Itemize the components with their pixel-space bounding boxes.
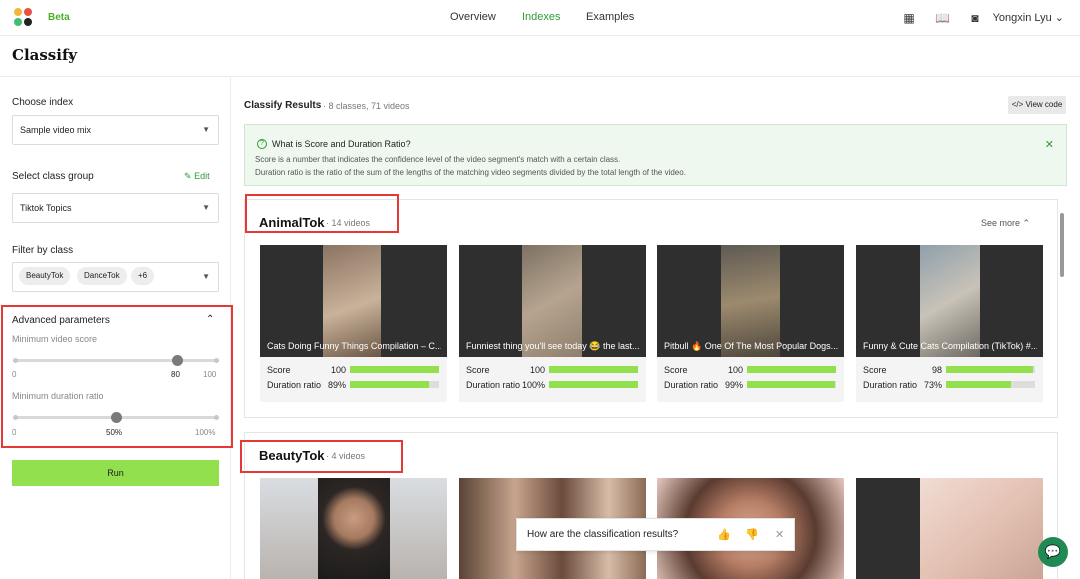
duration-value: 100% [521, 380, 545, 390]
close-icon[interactable]: ✕ [1045, 138, 1054, 151]
caret-down-icon: ▼ [202, 203, 210, 212]
video-thumbnail[interactable]: Funniest thing you'll see today 😂 the la… [459, 245, 646, 357]
score-value: 100 [727, 365, 743, 375]
view-code-button[interactable]: </> View code [1008, 96, 1066, 114]
page-header: Classify ⌄ [0, 36, 1080, 77]
caret-down-icon: ▼ [202, 125, 210, 134]
results-summary: · 8 classes, 71 videos [323, 101, 410, 111]
caret-down-icon: ▼ [202, 272, 210, 281]
beta-badge: Beta [48, 12, 70, 23]
video-stats: Score 100 Duration ratio 89% [260, 357, 447, 402]
video-stats: Score 100 Duration ratio 99% [657, 357, 844, 402]
filter-chip-more[interactable]: +6 [131, 267, 155, 285]
class-group-select[interactable]: Tiktok Topics ▼ [12, 193, 219, 223]
video-title: Pitbull 🔥 One Of The Most Popular Dogs..… [664, 341, 838, 351]
slider-value: 50% [106, 428, 123, 437]
group-name: AnimalTok [259, 215, 325, 230]
chevron-up-icon[interactable]: ⌃ [206, 314, 214, 325]
score-bar [350, 366, 439, 373]
video-thumbnail[interactable] [856, 478, 1043, 579]
score-value: 98 [931, 365, 942, 375]
duration-bar [946, 381, 1035, 388]
advanced-parameters-toggle[interactable]: Advanced parameters [12, 315, 110, 326]
video-card[interactable] [260, 478, 447, 579]
slider-max: 100 [203, 370, 217, 379]
video-stats: Score 100 Duration ratio 100% [459, 357, 646, 402]
scrollbar[interactable] [1060, 213, 1064, 277]
video-thumbnail[interactable] [260, 478, 447, 579]
discord-icon[interactable]: ◙ [968, 11, 982, 25]
app-logo-icon[interactable] [14, 8, 34, 28]
duration-bar [549, 381, 638, 388]
edit-button[interactable]: ✎ Edit [184, 171, 210, 182]
info-text: Duration ratio is the ratio of the sum o… [255, 168, 686, 177]
thumbs-up-icon[interactable]: 👍 [717, 528, 731, 541]
feedback-popup: How are the classification results? 👍 👎 … [516, 518, 795, 551]
video-title: Funniest thing you'll see today 😂 the la… [466, 341, 640, 351]
chat-icon[interactable]: 💬 [1038, 537, 1068, 567]
chevron-down-icon[interactable]: ⌄ [66, 48, 76, 62]
min-score-slider[interactable] [13, 355, 219, 366]
score-value: 100 [330, 365, 346, 375]
video-stats: Score 98 Duration ratio 73% [856, 357, 1043, 402]
nav-indexes[interactable]: Indexes [522, 11, 561, 23]
sidebar: Choose index Sample video mix ▼ Select c… [0, 77, 233, 579]
thumbs-down-icon[interactable]: 👎 [745, 528, 759, 541]
min-ratio-label: Minimum duration ratio [12, 391, 104, 401]
close-icon[interactable]: ✕ [775, 528, 784, 541]
video-title: Funny & Cute Cats Compilation (TikTok) #… [863, 341, 1037, 351]
filter-label: Filter by class [12, 245, 74, 256]
duration-value: 73% [923, 380, 942, 390]
results-title: Classify Results [244, 100, 322, 111]
slider-thumb[interactable] [110, 412, 122, 423]
index-select[interactable]: Sample video mix ▼ [12, 115, 219, 145]
book-icon[interactable]: 📖 [935, 11, 950, 25]
min-ratio-slider[interactable] [13, 412, 219, 423]
feedback-question: How are the classification results? [527, 529, 679, 540]
video-card[interactable] [856, 478, 1043, 579]
score-value: 100 [529, 365, 545, 375]
run-button[interactable]: Run [12, 460, 219, 486]
grid-icon[interactable]: ▦ [902, 11, 916, 25]
slider-value: 80 [171, 370, 180, 379]
choose-index-label: Choose index [12, 97, 74, 108]
duration-bar [350, 381, 439, 388]
highlight-box [1, 305, 233, 448]
score-bar [946, 366, 1035, 373]
video-title: Cats Doing Funny Things Compilation – C.… [267, 341, 441, 351]
chevron-up-icon: ⌃ [1022, 218, 1031, 228]
info-icon: ? [257, 139, 267, 149]
chevron-down-icon: ⌄ [1054, 12, 1064, 24]
video-thumbnail[interactable]: Pitbull 🔥 One Of The Most Popular Dogs..… [657, 245, 844, 357]
nav-overview[interactable]: Overview [450, 11, 496, 23]
slider-thumb[interactable] [171, 355, 183, 366]
pencil-icon: ✎ [184, 171, 192, 181]
duration-value: 99% [724, 380, 743, 390]
user-menu[interactable]: Yongxin Lyu ⌄ [993, 11, 1064, 24]
slider-max: 100% [195, 428, 216, 437]
slider-min: 0 [12, 428, 17, 437]
slider-min: 0 [12, 370, 17, 379]
group-name: BeautyTok [259, 448, 325, 463]
score-bar [549, 366, 638, 373]
code-icon: </> [1011, 100, 1024, 109]
group-count: · 4 videos [326, 451, 366, 461]
video-thumbnail[interactable]: Funny & Cute Cats Compilation (TikTok) #… [856, 245, 1043, 357]
filter-chip[interactable]: DanceTok [77, 267, 127, 285]
info-text: Score is a number that indicates the con… [255, 155, 621, 164]
group-count: · 14 videos [326, 218, 371, 228]
info-title: What is Score and Duration Ratio? [272, 139, 411, 149]
top-navigation-bar: Beta Overview Indexes Examples ▦ 📖 ◙ Yon… [0, 0, 1080, 36]
filter-chip[interactable]: BeautyTok [19, 267, 71, 285]
score-bar [747, 366, 836, 373]
min-score-label: Minimum video score [12, 334, 98, 344]
duration-bar [747, 381, 836, 388]
duration-value: 89% [327, 380, 346, 390]
see-more-button[interactable]: See more ⌃ [981, 218, 1030, 229]
video-thumbnail[interactable]: Cats Doing Funny Things Compilation – C.… [260, 245, 447, 357]
nav-examples[interactable]: Examples [586, 11, 634, 23]
class-group-label: Select class group [12, 171, 94, 182]
info-banner: ? What is Score and Duration Ratio? Scor… [244, 124, 1067, 186]
